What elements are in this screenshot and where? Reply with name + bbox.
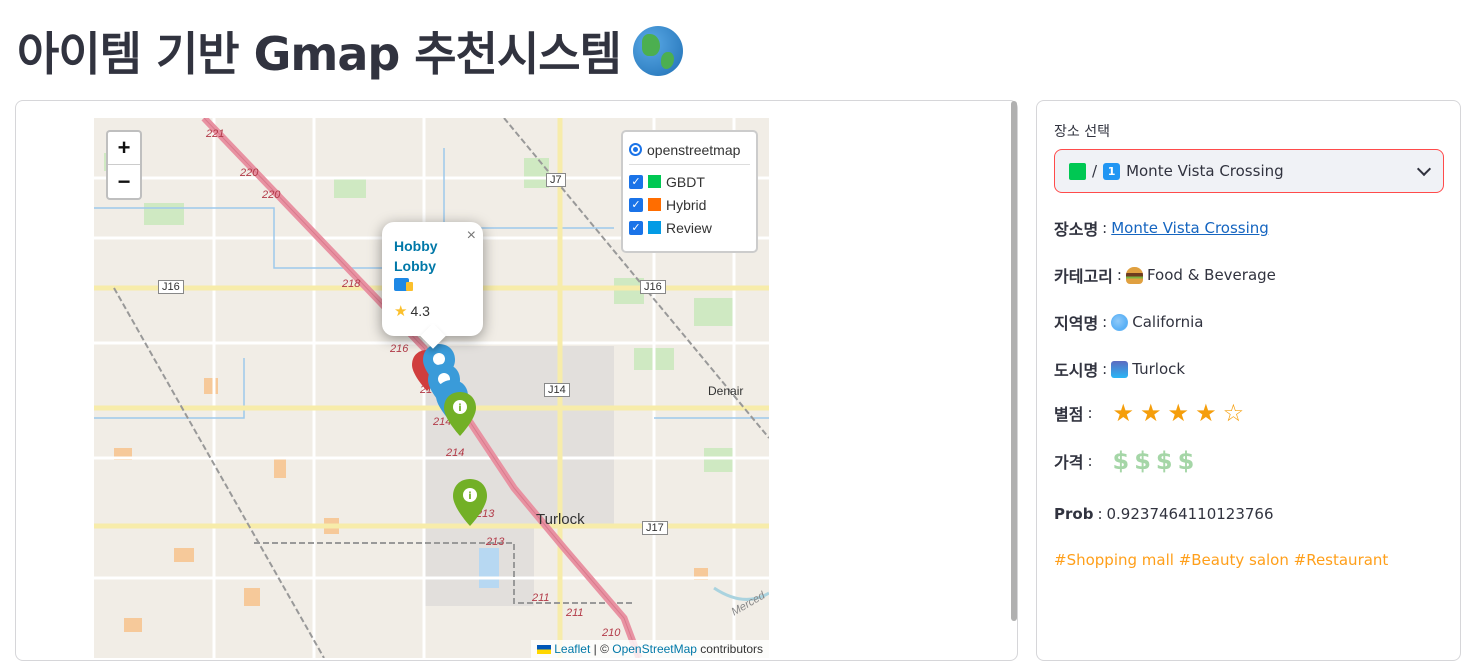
layer-overlay-review[interactable]: ✓ Review: [629, 216, 750, 239]
star-empty-icon: ☆: [1222, 399, 1245, 427]
region-value: California: [1132, 313, 1204, 331]
region-key: 지역명: [1054, 314, 1099, 333]
category-row: 카테고리: Food & Beverage: [1054, 263, 1276, 287]
colon: :: [1087, 404, 1093, 422]
star-icon: ★: [394, 303, 408, 320]
star-filled-icon: ★: [1195, 399, 1217, 427]
close-icon[interactable]: ×: [467, 227, 476, 245]
select-separator: /: [1092, 162, 1098, 180]
colon: :: [1102, 313, 1108, 331]
layer-overlay-hybrid[interactable]: ✓ Hybrid: [629, 193, 750, 216]
marker-gbdt[interactable]: i: [453, 479, 487, 526]
scrollbar[interactable]: [1011, 101, 1017, 621]
layer-control: openstreetmap ✓ GBDT ✓ Hybrid ✓ Review: [621, 130, 758, 253]
price-key: 가격: [1054, 453, 1084, 472]
colon: :: [1102, 360, 1108, 378]
zoom-out-button[interactable]: −: [108, 165, 140, 198]
rank-one-icon: 1: [1103, 162, 1121, 180]
layer-overlay-label: Hybrid: [666, 196, 707, 213]
layer-overlay-gbdt[interactable]: ✓ GBDT: [629, 170, 750, 193]
map[interactable]: 221 220 220 218 216 215 214 214 213 213 …: [94, 118, 769, 658]
layer-base-label: openstreetmap: [647, 141, 741, 158]
color-swatch-green: [648, 175, 661, 188]
layer-divider: [629, 164, 750, 165]
page-title: 아이템 기반 Gmap 추천시스템: [17, 18, 683, 84]
colon: :: [1087, 452, 1093, 470]
shopping-bags-icon: [394, 278, 413, 291]
layer-overlay-label: GBDT: [666, 173, 705, 190]
rating-key: 별점: [1054, 405, 1084, 424]
city-row: 도시명: Turlock: [1054, 357, 1185, 381]
dollar-icon: $: [1155, 447, 1173, 475]
marker-popup: × Hobby Lobby ★ 4.3: [382, 222, 483, 336]
rating-row: 별점: ★ ★ ★ ★ ☆: [1054, 401, 1244, 425]
dollar-icon: $: [1177, 447, 1195, 475]
checkbox-icon[interactable]: ✓: [629, 197, 643, 212]
color-swatch-orange: [648, 198, 661, 211]
colon: :: [1102, 219, 1108, 237]
prob-row: Prob: 0.9237464110123766: [1054, 505, 1274, 523]
place-select[interactable]: / 1 Monte Vista Crossing: [1054, 149, 1444, 193]
city-value: Turlock: [1132, 360, 1186, 378]
chevron-down-icon[interactable]: [1416, 161, 1432, 176]
dollar-icon: $: [1134, 447, 1151, 475]
price-dollars: $ $ $ $: [1113, 449, 1195, 473]
place-name-key: 장소명: [1054, 220, 1099, 239]
popup-rating: ★ 4.3: [394, 302, 471, 320]
green-square-icon: [1069, 162, 1086, 180]
price-row: 가격: $ $ $ $: [1054, 449, 1194, 473]
radio-icon[interactable]: [629, 143, 642, 156]
place-select-label: 장소 선택: [1054, 124, 1110, 140]
place-select-value: Monte Vista Crossing: [1126, 162, 1284, 180]
region-row: 지역명: California: [1054, 310, 1203, 334]
popup-rating-value: 4.3: [410, 303, 430, 319]
svg-text:i: i: [458, 403, 461, 414]
category-key: 카테고리: [1054, 267, 1113, 286]
globe-icon: [632, 26, 683, 76]
colon: :: [1116, 266, 1122, 284]
dollar-icon: $: [1112, 447, 1130, 475]
map-attribution: Leaflet | © OpenStreetMap contributors: [531, 640, 769, 658]
rating-stars: ★ ★ ★ ★ ☆: [1113, 401, 1245, 425]
star-filled-icon: ★: [1140, 399, 1162, 427]
checkbox-icon[interactable]: ✓: [629, 174, 643, 189]
popup-place-name: Hobby Lobby: [394, 238, 438, 274]
checkbox-icon[interactable]: ✓: [629, 220, 643, 235]
osm-link[interactable]: OpenStreetMap: [612, 642, 697, 656]
burger-icon: [1125, 266, 1143, 284]
layer-base-openstreetmap[interactable]: openstreetmap: [629, 138, 750, 161]
place-name-row: 장소명: Monte Vista Crossing: [1054, 216, 1269, 240]
attribution-suffix: contributors: [696, 642, 763, 656]
place-name-link[interactable]: Monte Vista Crossing: [1111, 219, 1269, 237]
colon: :: [1097, 505, 1103, 523]
leaflet-link[interactable]: Leaflet: [554, 642, 590, 656]
zoom-in-button[interactable]: +: [108, 132, 140, 165]
zoom-control: + −: [106, 130, 142, 200]
globe-icon: [1111, 313, 1129, 331]
hashtags: #Shopping mall #Beauty salon #Restaurant: [1054, 551, 1389, 569]
city-key: 도시명: [1054, 361, 1099, 380]
prob-value: 0.9237464110123766: [1106, 505, 1274, 523]
page-title-text: 아이템 기반 Gmap 추천시스템: [17, 27, 622, 81]
marker-gbdt[interactable]: i: [444, 392, 476, 436]
attribution-sep: | ©: [590, 642, 613, 656]
star-filled-icon: ★: [1167, 399, 1190, 427]
layer-overlay-label: Review: [666, 219, 712, 236]
detail-panel: 장소 선택 / 1 Monte Vista Crossing 장소명: Mont…: [1036, 100, 1461, 661]
cityscape-icon: [1111, 360, 1129, 378]
prob-key: Prob: [1054, 505, 1094, 523]
svg-text:i: i: [468, 491, 471, 502]
color-swatch-blue: [648, 221, 661, 234]
category-value: Food & Beverage: [1146, 266, 1276, 284]
star-filled-icon: ★: [1112, 399, 1135, 427]
ukraine-flag-icon: [537, 645, 552, 654]
